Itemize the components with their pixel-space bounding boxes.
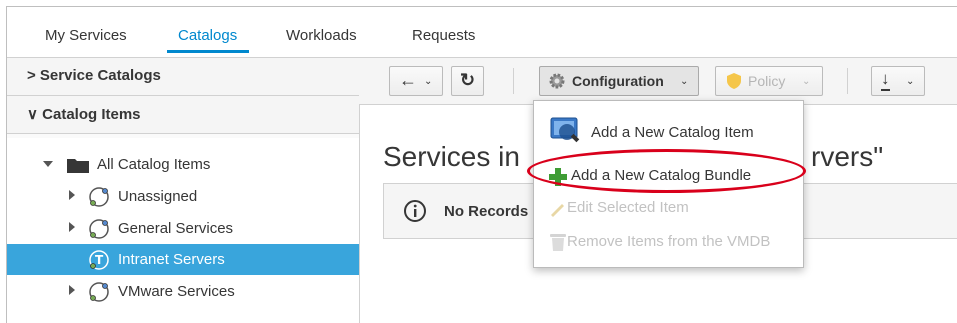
tree-node-general-services[interactable]: General Services (7, 213, 359, 244)
chevron-down-icon: ⌄ (424, 76, 433, 87)
tree-node-label: VMware Services (118, 283, 235, 300)
info-icon (403, 199, 427, 228)
pencil-icon (549, 201, 567, 221)
tree-node-vmware-services[interactable]: VMware Services (7, 276, 359, 307)
policy-label: Policy (748, 73, 786, 89)
menu-item-remove-items[interactable]: Remove Items from the VMDB (534, 227, 803, 257)
no-records-text: No Records (444, 203, 529, 220)
accordion-service-catalogs[interactable]: > Service Catalogs (7, 58, 359, 96)
caret-right-icon[interactable] (69, 190, 75, 200)
refresh-icon: ↻ (460, 70, 476, 90)
highlight-annotation (527, 149, 806, 193)
menu-item-edit-selected[interactable]: Edit Selected Item (534, 193, 803, 223)
toolbar-divider (847, 68, 848, 94)
download-button[interactable]: ↓ ⌄ (871, 66, 925, 96)
catalog-item-icon (87, 186, 111, 212)
back-button[interactable]: ← ⌄ (389, 66, 443, 96)
catalog-template-icon: T (87, 249, 111, 275)
page-title: Services in (383, 141, 520, 172)
tree-node-label: Intranet Servers (118, 251, 225, 268)
accordion-label: ∨ Catalog Items (27, 106, 141, 123)
folder-icon (67, 157, 89, 177)
top-nav-tabs: My Services Catalogs Workloads Requests (7, 7, 957, 58)
tab-catalogs[interactable]: Catalogs (178, 27, 237, 44)
tree-node-label: All Catalog Items (97, 156, 211, 173)
caret-right-icon[interactable] (69, 285, 75, 295)
toolbar-divider (513, 68, 514, 94)
accordion-catalog-items[interactable]: ∨ Catalog Items (7, 96, 359, 134)
tree-node-intranet-servers[interactable]: T Intranet Servers (7, 244, 359, 275)
active-tab-indicator (167, 50, 249, 53)
trash-icon (549, 232, 567, 256)
menu-item-label: Remove Items from the VMDB (567, 233, 771, 250)
tree-node-label: Unassigned (118, 188, 198, 205)
catalog-tree: All Catalog Items Unassigned General Ser… (7, 138, 359, 323)
svg-text:T: T (95, 253, 104, 267)
accordion-label: > Service Catalogs (27, 67, 161, 84)
chevron-down-icon: ⌄ (680, 76, 689, 87)
tab-workloads[interactable]: Workloads (286, 27, 357, 44)
chevron-down-icon: ⌄ (802, 76, 811, 87)
menu-item-label: Add a New Catalog Item (591, 124, 754, 141)
configuration-label: Configuration (572, 73, 664, 89)
menu-item-add-catalog-item[interactable]: Add a New Catalog Item (534, 117, 803, 148)
chevron-down-icon: ⌄ (906, 76, 915, 87)
tree-node-unassigned[interactable]: Unassigned (7, 181, 359, 212)
tree-node-all-catalog-items[interactable]: All Catalog Items (7, 149, 359, 180)
policy-button[interactable]: Policy ⌄ (715, 66, 823, 96)
tab-requests[interactable]: Requests (412, 27, 475, 44)
gear-icon (548, 72, 566, 93)
shield-icon (726, 72, 742, 93)
menu-item-label: Edit Selected Item (567, 199, 689, 216)
caret-down-icon[interactable] (43, 161, 53, 167)
caret-right-icon[interactable] (69, 222, 75, 232)
app-frame: My Services Catalogs Workloads Requests … (6, 6, 957, 323)
catalog-item-icon (87, 281, 111, 307)
tree-node-label: General Services (118, 220, 234, 237)
catalog-item-icon (87, 218, 111, 244)
tab-my-services[interactable]: My Services (45, 27, 127, 44)
sidebar: > Service Catalogs ∨ Catalog Items All C… (7, 58, 360, 323)
download-icon: ↓ (881, 69, 890, 91)
arrow-left-icon: ← (399, 70, 417, 90)
catalog-item-add-icon (549, 114, 581, 150)
toolbar: ← ⌄ ↻ Configuration ⌄ Policy ⌄ ↓ ⌄ (359, 58, 957, 105)
configuration-button[interactable]: Configuration ⌄ (539, 66, 699, 96)
page-title-continued: rvers" (811, 141, 884, 172)
refresh-button[interactable]: ↻ (451, 66, 484, 96)
